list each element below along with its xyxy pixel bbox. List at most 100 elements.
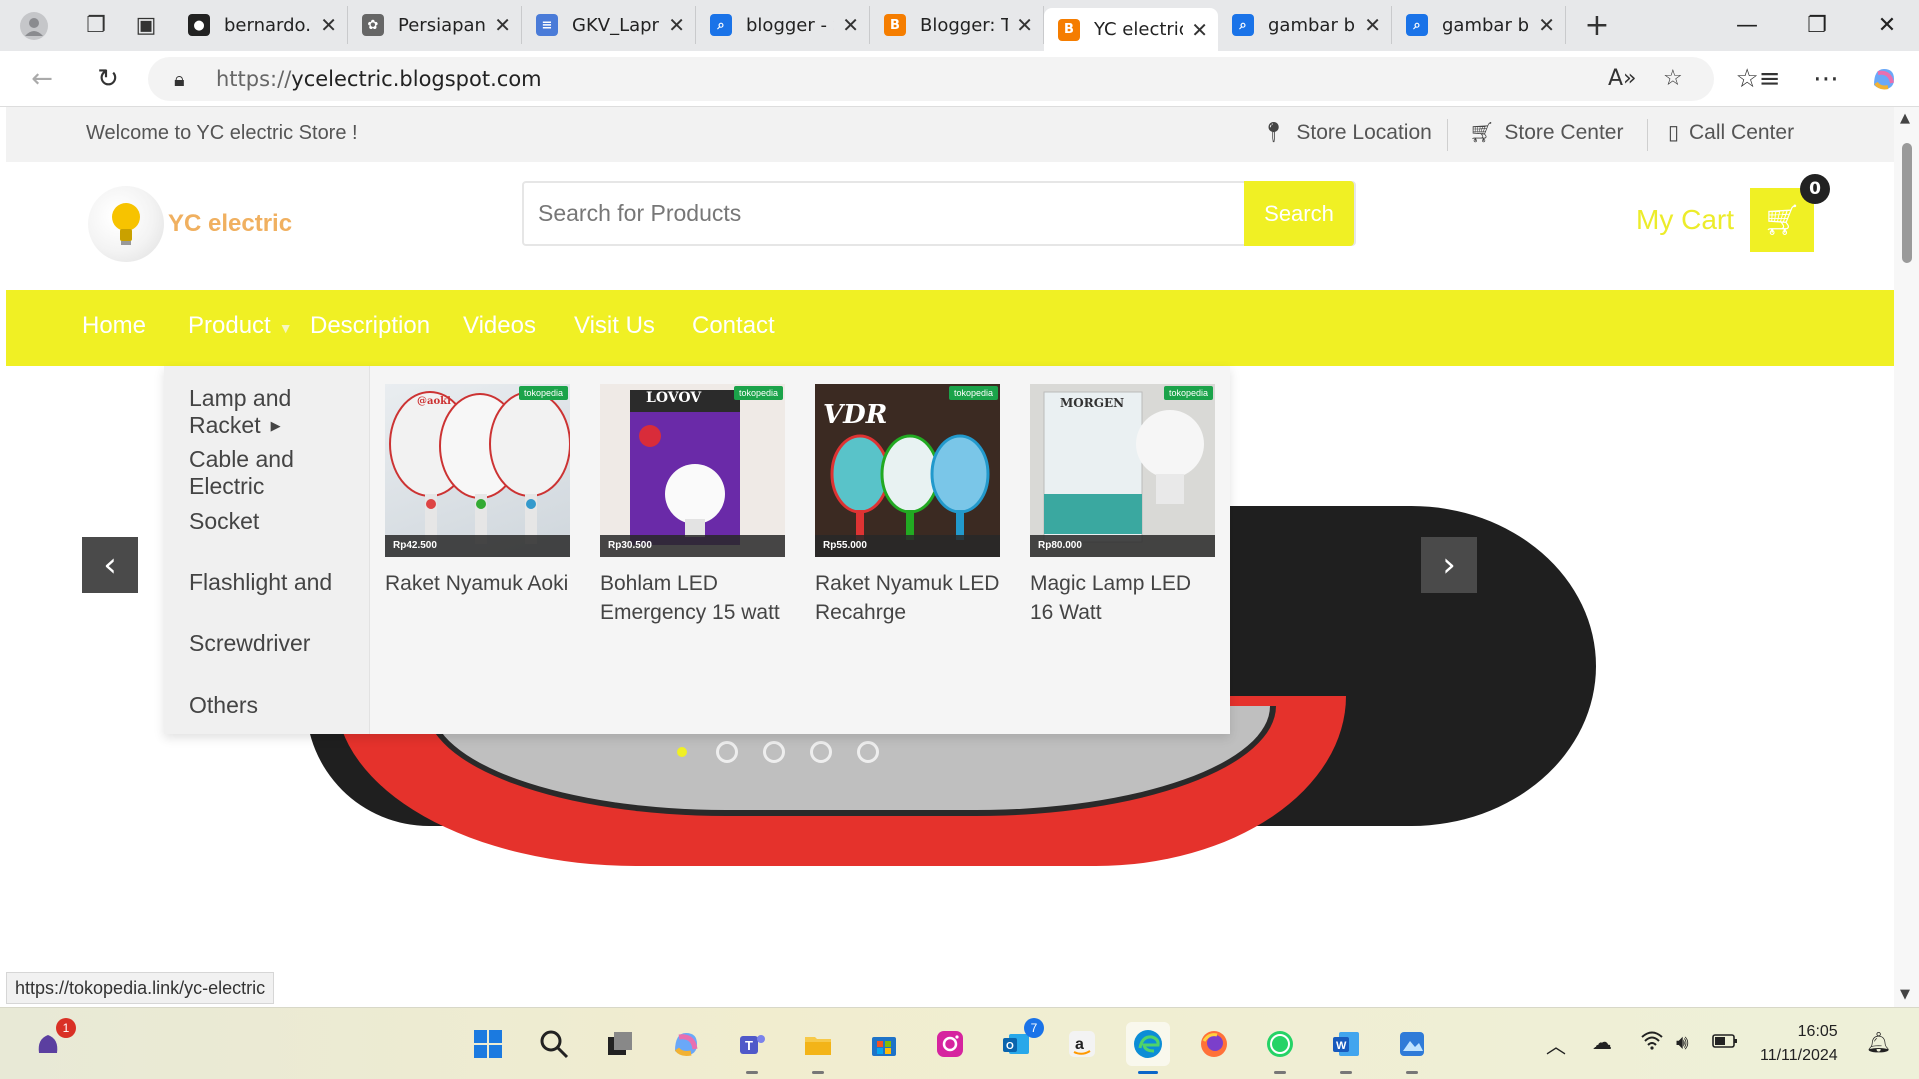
category-cable-and-electric[interactable]: Cable and Electric [189, 446, 369, 500]
nav-contact[interactable]: Contact [692, 312, 775, 340]
product-image[interactable]: MORGEN tokopedia Rp80.000 [1030, 384, 1215, 557]
vertical-scrollbar[interactable]: ▲ ▼ [1894, 107, 1919, 1007]
onedrive-icon[interactable]: ☁︎ [1592, 1030, 1612, 1054]
minimize-button[interactable]: — [1712, 0, 1782, 51]
close-tab-icon[interactable]: ✕ [1538, 13, 1555, 37]
browser-tab[interactable]: ● bernardo.g ✕ [174, 6, 348, 44]
teams-icon[interactable]: T [730, 1022, 774, 1074]
task-view-icon[interactable] [598, 1022, 642, 1066]
slider-dot[interactable] [677, 747, 687, 757]
product-name[interactable]: Magic Lamp LED 16 Watt [1030, 569, 1215, 627]
slider-dot[interactable] [857, 741, 879, 763]
close-tab-icon[interactable]: ✕ [1191, 18, 1208, 42]
category-others[interactable]: Others [189, 692, 258, 719]
nav-home[interactable]: Home [82, 312, 146, 340]
instagram-icon[interactable] [928, 1022, 972, 1066]
restore-button[interactable]: ❐ [1782, 0, 1852, 51]
category-flashlight[interactable]: Flashlight and [189, 569, 332, 596]
nav-description[interactable]: Description [310, 312, 430, 340]
caret-right-icon: ▶ [270, 418, 281, 433]
widgets-icon[interactable]: 1 [26, 1018, 76, 1066]
my-cart[interactable]: My Cart 🛒︎ 0 [1636, 174, 1830, 252]
firefox-icon[interactable] [1192, 1022, 1236, 1066]
nav-visit-us[interactable]: Visit Us [574, 312, 655, 340]
site-logo[interactable]: YC electric [88, 186, 292, 262]
battery-icon[interactable] [1712, 1030, 1738, 1054]
copilot-icon[interactable] [664, 1022, 708, 1066]
read-aloud-icon[interactable]: A» [1608, 66, 1637, 91]
nav-product[interactable]: Product ▼ [188, 312, 293, 340]
product-card[interactable]: VDR tokopedia Rp55.000 Raket Nyamuk LED … [815, 384, 1000, 627]
start-button-icon[interactable] [466, 1022, 510, 1066]
system-clock[interactable]: 16:05 11/11/2024 [1760, 1020, 1838, 1068]
favorite-star-icon[interactable]: ☆ [1663, 66, 1683, 91]
refresh-icon[interactable]: ↻ [92, 63, 124, 95]
product-card[interactable]: MORGEN tokopedia Rp80.000 Magic Lamp LED… [1030, 384, 1215, 627]
product-card[interactable]: LOVOV tokopedia Rp30.500 Bohlam LED Emer… [600, 384, 785, 627]
outlook-icon[interactable]: O 7 [994, 1018, 1044, 1066]
product-image[interactable]: VDR tokopedia Rp55.000 [815, 384, 1000, 557]
browser-tab[interactable]: ✿ Persiapan I ✕ [348, 6, 522, 44]
product-card[interactable]: @aoki tokopedia Rp42.500 Raket Nyamuk Ao… [385, 384, 570, 598]
microsoft-store-icon[interactable] [862, 1022, 906, 1066]
browser-tab[interactable]: ⌕ gambar bl ✕ [1392, 6, 1566, 44]
close-window-button[interactable]: ✕ [1852, 0, 1919, 51]
call-center-link[interactable]: ▯ Call Center [1668, 120, 1794, 145]
close-tab-icon[interactable]: ✕ [1364, 13, 1381, 37]
store-location-link[interactable]: 📍︎ Store Location [1261, 120, 1432, 145]
amazon-icon[interactable]: a [1060, 1022, 1104, 1066]
lock-icon[interactable]: 🔒︎ [174, 67, 196, 91]
slider-prev-button[interactable]: ‹ [82, 537, 138, 593]
store-center-link[interactable]: 🛒︎ Store Center [1469, 120, 1623, 145]
volume-icon[interactable]: 🔊︎ [1676, 1030, 1689, 1054]
more-menu-icon[interactable]: ⋯ [1810, 63, 1842, 95]
search-icon[interactable] [532, 1022, 576, 1066]
slider-dot[interactable] [810, 741, 832, 763]
close-tab-icon[interactable]: ✕ [842, 13, 859, 37]
product-name[interactable]: Raket Nyamuk Aoki [385, 569, 570, 598]
browser-tab[interactable]: ≡ GKV_Lapra ✕ [522, 6, 696, 44]
scroll-up-icon[interactable]: ▲ [1900, 111, 1910, 126]
product-name[interactable]: Raket Nyamuk LED Recahrge [815, 569, 1000, 627]
chevron-up-icon[interactable]: ︿ [1546, 1030, 1566, 1059]
file-explorer-icon[interactable] [796, 1022, 840, 1074]
url-field[interactable]: 🔒︎ https:// ycelectric.blogspot.com A» ☆ [148, 57, 1714, 101]
slider-dot[interactable] [763, 741, 785, 763]
close-tab-icon[interactable]: ✕ [494, 13, 511, 37]
whatsapp-icon[interactable] [1258, 1022, 1302, 1074]
workspaces-icon[interactable]: ❐ [76, 6, 116, 46]
notification-bell-icon[interactable]: 🔔︎ [1866, 1030, 1891, 1054]
browser-tab[interactable]: B Blogger: Ta ✕ [870, 6, 1044, 44]
category-socket[interactable]: Socket [189, 508, 259, 535]
browser-tab[interactable]: ⌕ blogger - S ✕ [696, 6, 870, 44]
wifi-icon[interactable] [1640, 1030, 1664, 1055]
nav-videos[interactable]: Videos [463, 312, 536, 340]
search-input[interactable] [524, 183, 1240, 244]
back-icon[interactable]: ← [26, 63, 58, 95]
windows-taskbar: 1 T O 7 a W ︿ ☁︎ 🔊︎ 16:05 11/11/2024 🔔︎ [0, 1007, 1919, 1079]
search-button[interactable]: Search [1244, 181, 1354, 246]
browser-tab[interactable]: ⌕ gambar bl ✕ [1218, 6, 1392, 44]
slider-dot[interactable] [716, 741, 738, 763]
product-image[interactable]: LOVOV tokopedia Rp30.500 [600, 384, 785, 557]
cart-button[interactable]: 🛒︎ 0 [1750, 174, 1830, 252]
product-name[interactable]: Bohlam LED Emergency 15 watt [600, 569, 785, 627]
close-tab-icon[interactable]: ✕ [320, 13, 337, 37]
word-icon[interactable]: W [1324, 1022, 1368, 1074]
vertical-tabs-icon[interactable]: ▣ [126, 6, 166, 46]
new-tab-button[interactable]: + [1574, 7, 1620, 45]
copilot-icon[interactable] [1868, 63, 1900, 95]
photos-icon[interactable] [1390, 1022, 1434, 1074]
scrollbar-thumb[interactable] [1902, 143, 1912, 263]
slider-next-button[interactable]: › [1421, 537, 1477, 593]
close-tab-icon[interactable]: ✕ [668, 13, 685, 37]
close-tab-icon[interactable]: ✕ [1016, 13, 1033, 37]
favorites-icon[interactable]: ☆≡ [1735, 63, 1780, 95]
profile-icon[interactable] [14, 6, 54, 46]
edge-browser-icon[interactable] [1126, 1022, 1170, 1074]
category-lamp-and-racket[interactable]: Lamp and Racket ▶ [189, 385, 369, 439]
category-screwdriver[interactable]: Screwdriver [189, 630, 310, 657]
product-image[interactable]: @aoki tokopedia Rp42.500 [385, 384, 570, 557]
scroll-down-icon[interactable]: ▼ [1900, 987, 1910, 1002]
browser-tab[interactable]: B YC electric ✕ [1044, 8, 1218, 51]
